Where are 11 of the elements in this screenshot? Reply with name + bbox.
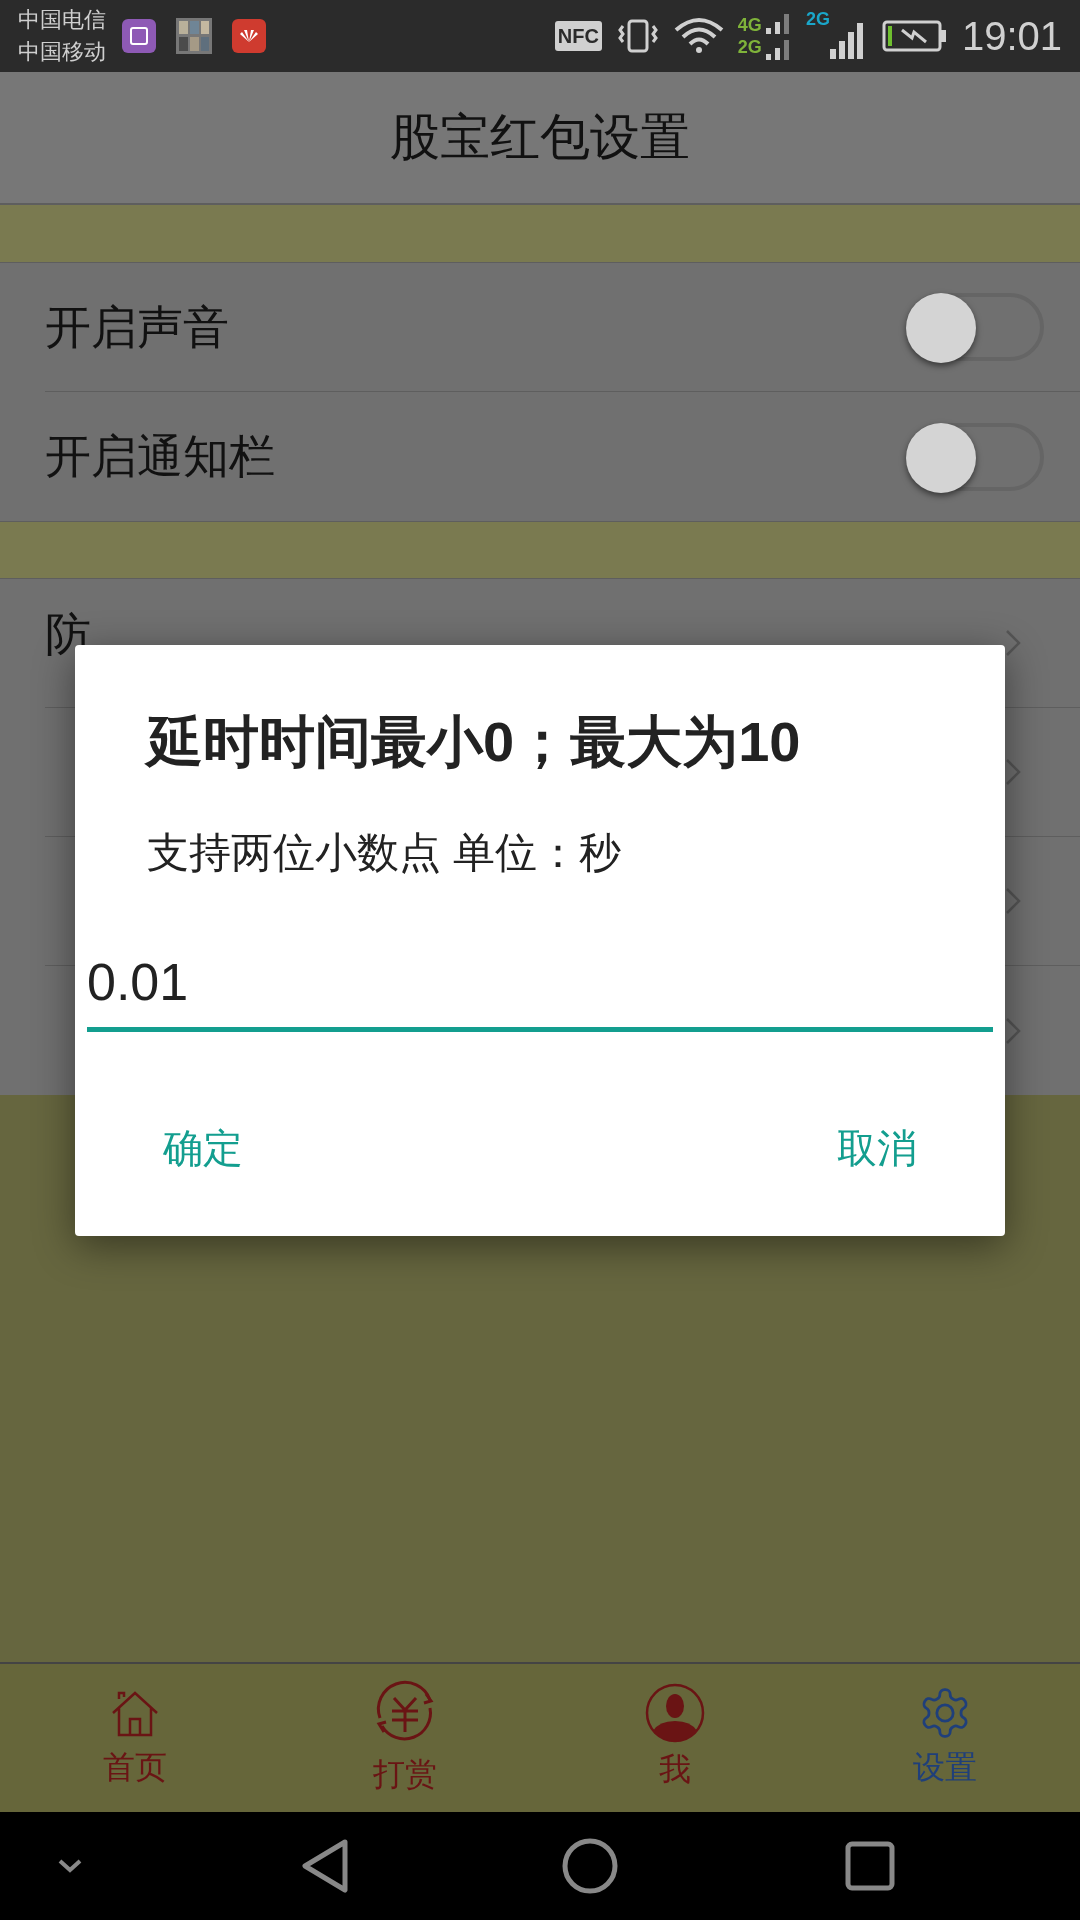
dialog-message: 支持两位小数点 单位：秒 [147,828,622,878]
nfc-indicator: NFC [554,21,602,51]
setting-label: 开启声音 [45,299,229,355]
network-type-label: 2G [805,8,830,31]
page-title: 股宝红包设置 [390,108,690,167]
network-type-label: 2G [737,36,762,58]
clock-time: 19:01 [961,13,1062,60]
carrier-name: 中国电信 [18,6,106,34]
setting-label: 开启通知栏 [45,429,275,484]
carrier-name: 中国移动 [18,38,106,66]
network-type-label: 4G [737,14,762,36]
